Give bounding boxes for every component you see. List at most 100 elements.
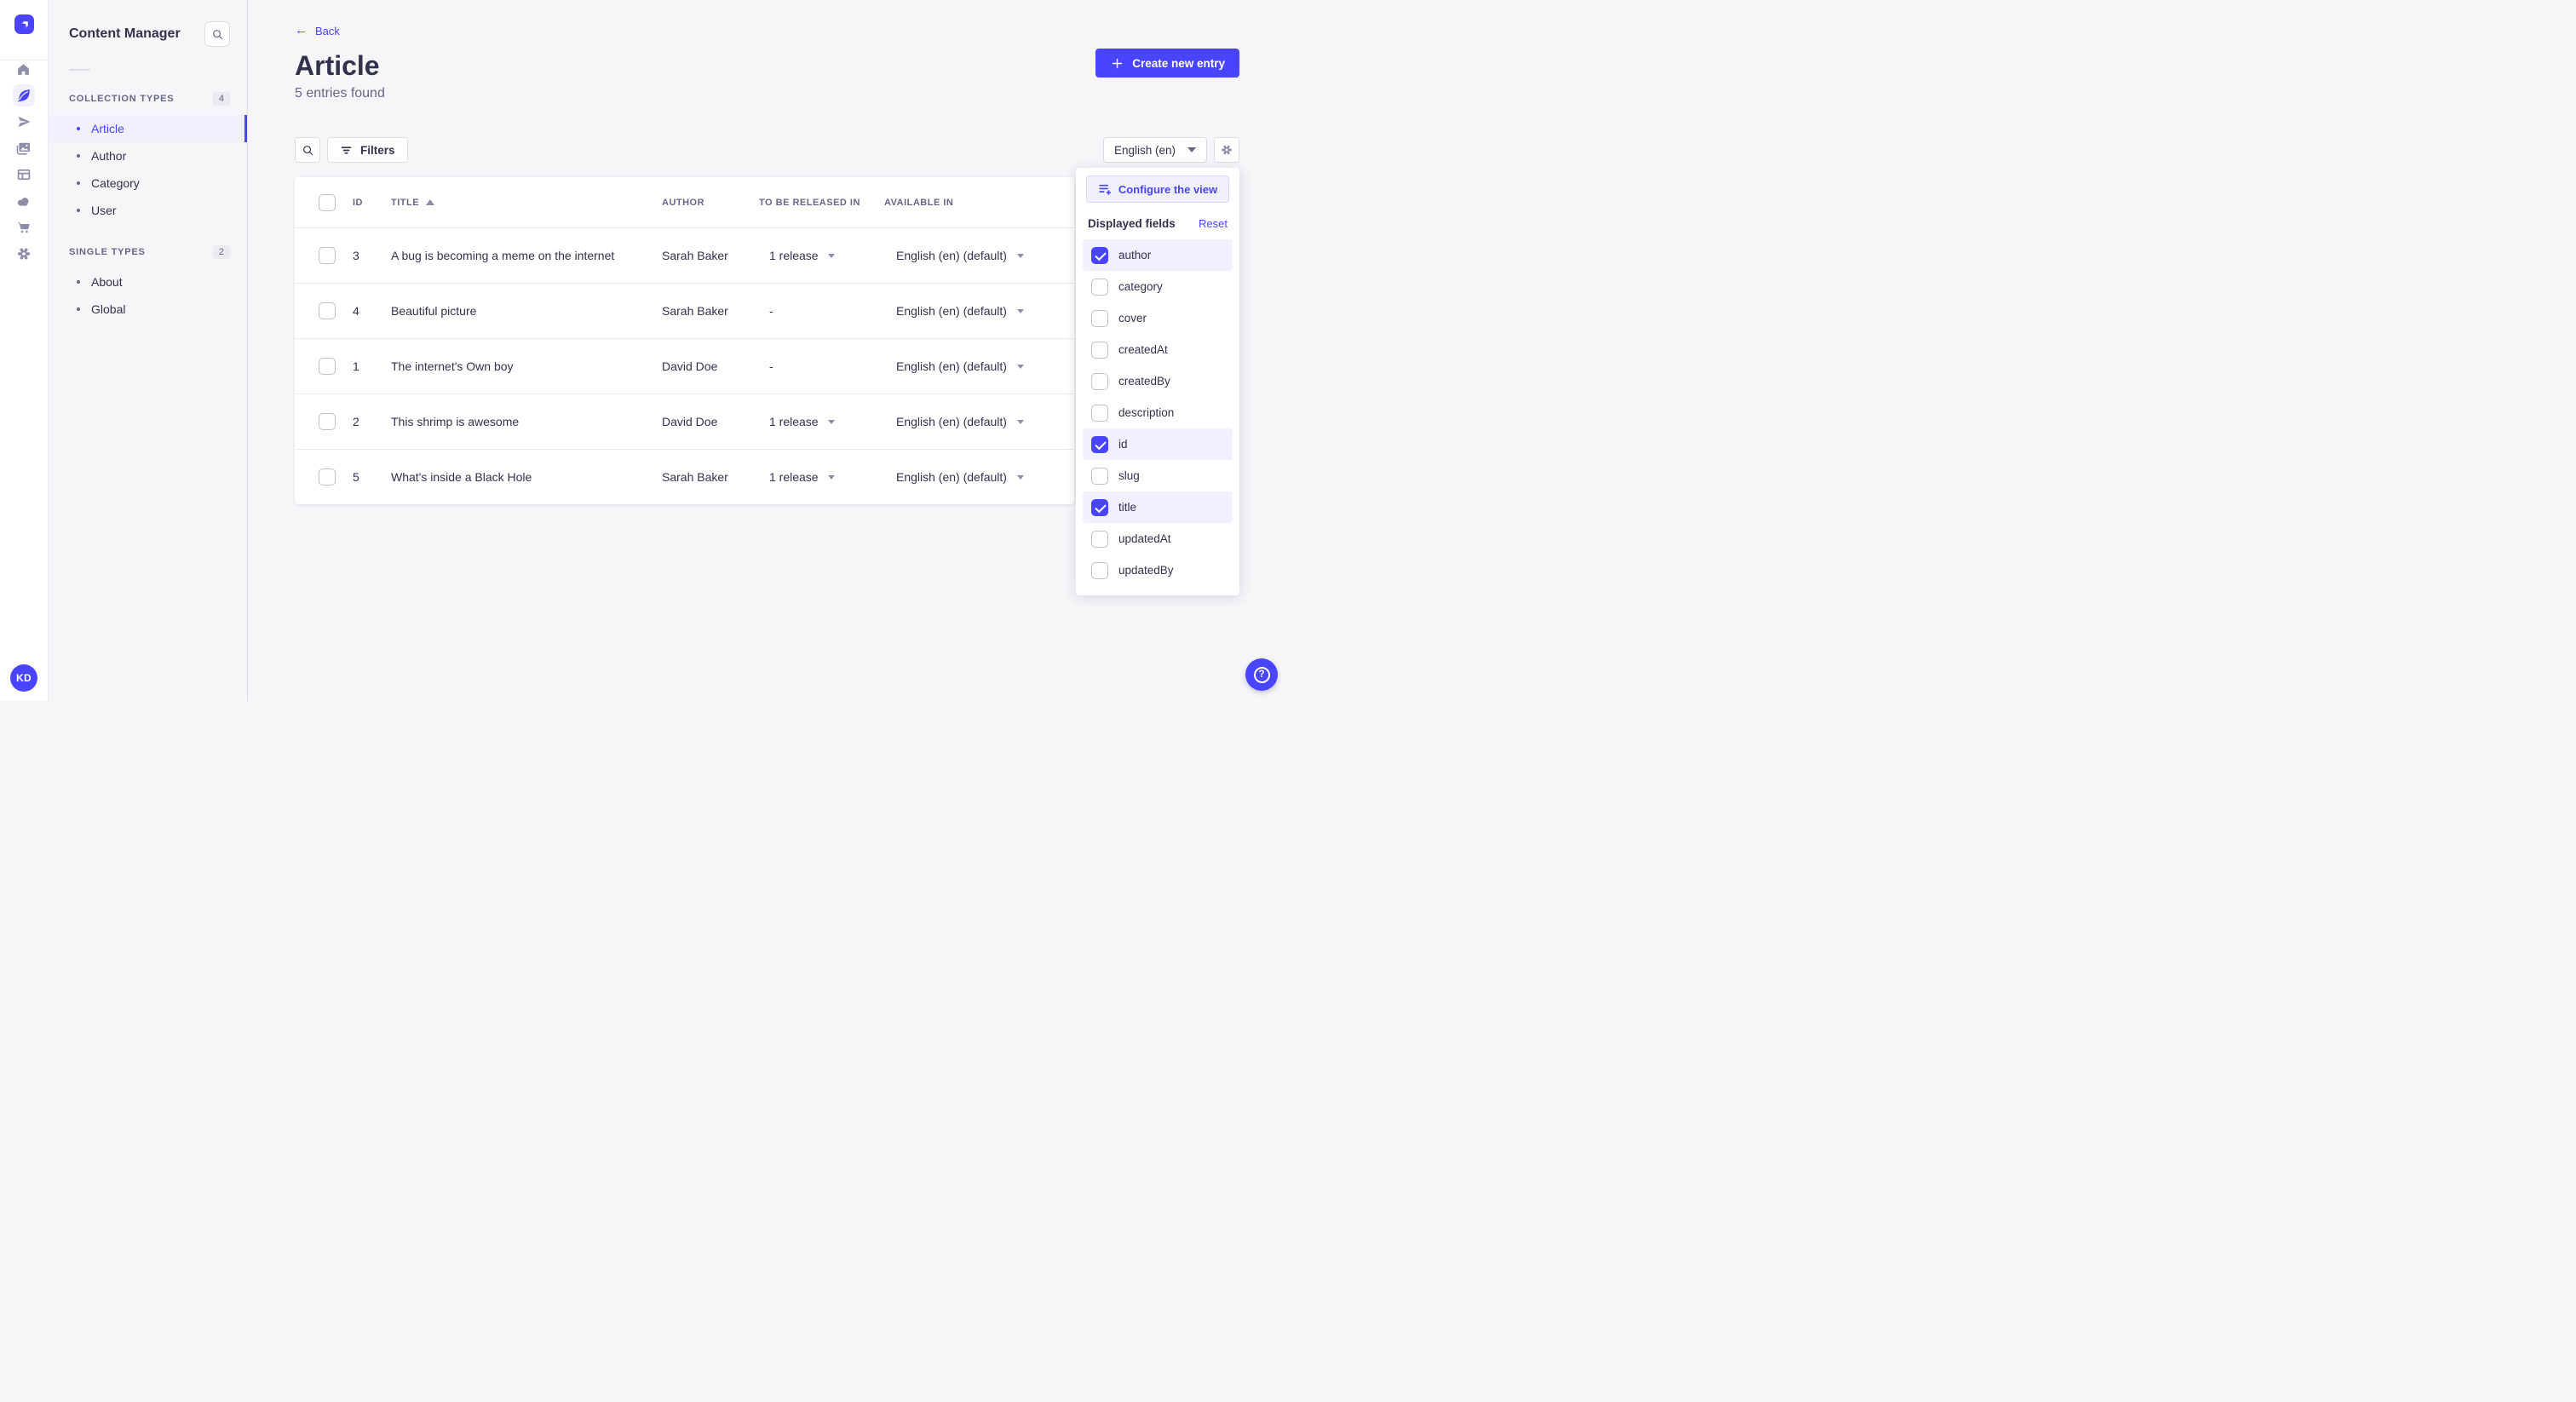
create-new-entry-button[interactable]: Create new entry bbox=[1095, 49, 1239, 78]
media-library-icon[interactable] bbox=[13, 137, 35, 159]
column-header-releases[interactable]: TO BE RELEASED IN bbox=[759, 198, 884, 208]
subnav-item-article[interactable]: Article bbox=[49, 115, 247, 142]
table-row: 1 The internet's Own boy David Doe - English… bbox=[295, 338, 1074, 394]
cell-title: What's inside a Black Hole bbox=[391, 470, 532, 484]
help-button[interactable]: ? bbox=[1245, 658, 1278, 691]
back-link[interactable]: ← Back bbox=[295, 24, 340, 37]
caret-down-icon bbox=[1016, 364, 1024, 369]
field-toggle-author[interactable]: author bbox=[1083, 239, 1233, 271]
cell-releases[interactable]: 1 release bbox=[759, 415, 884, 428]
configure-view-popover: Configure the view Displayed fields Rese… bbox=[1076, 168, 1239, 595]
page-title: Article bbox=[295, 50, 380, 81]
available-value: English (en) (default) bbox=[896, 359, 1007, 373]
checkbox[interactable] bbox=[1091, 435, 1108, 453]
cell-available[interactable]: English (en) (default) bbox=[884, 249, 1074, 262]
checkbox[interactable] bbox=[1091, 372, 1108, 390]
checkbox[interactable] bbox=[1091, 530, 1108, 548]
field-toggle-slug[interactable]: slug bbox=[1083, 460, 1233, 491]
checkbox[interactable] bbox=[1091, 498, 1108, 516]
caret-down-icon bbox=[827, 253, 835, 258]
column-header-author[interactable]: AUTHOR bbox=[662, 198, 759, 208]
checkbox[interactable] bbox=[1091, 246, 1108, 264]
locale-select[interactable]: English (en) bbox=[1102, 137, 1207, 163]
section-head: COLLECTION TYPES 4 bbox=[49, 91, 247, 106]
row-checkbox[interactable] bbox=[319, 302, 336, 319]
list-plus-icon bbox=[1098, 182, 1112, 196]
available-value: English (en) (default) bbox=[896, 304, 1007, 318]
strapi-logo-icon[interactable] bbox=[14, 14, 34, 34]
content-type-builder-icon[interactable] bbox=[13, 164, 35, 186]
chevron-down-icon bbox=[1187, 147, 1196, 152]
cell-releases[interactable]: 1 release bbox=[759, 249, 884, 262]
column-header-title[interactable]: TITLE bbox=[391, 198, 662, 208]
subnav-item-label: Category bbox=[91, 176, 140, 190]
checkbox[interactable] bbox=[1091, 278, 1108, 296]
subnav-item-about[interactable]: About bbox=[49, 268, 247, 296]
search-icon[interactable] bbox=[204, 21, 230, 47]
home-icon[interactable] bbox=[13, 58, 35, 80]
row-checkbox[interactable] bbox=[319, 358, 336, 375]
field-toggle-updatedBy[interactable]: updatedBy bbox=[1083, 554, 1233, 586]
section-count-badge: 4 bbox=[212, 92, 230, 106]
content-manager-icon[interactable] bbox=[12, 84, 35, 106]
cell-id: 2 bbox=[353, 415, 359, 428]
cell-id: 3 bbox=[353, 249, 359, 262]
cell-available[interactable]: English (en) (default) bbox=[884, 359, 1074, 373]
cell-releases: - bbox=[759, 304, 884, 318]
field-label: cover bbox=[1118, 312, 1147, 325]
user-avatar[interactable]: KD bbox=[10, 664, 37, 692]
table-row: 4 Beautiful picture Sarah Baker - English (e… bbox=[295, 283, 1074, 338]
column-header-available[interactable]: AVAILABLE IN bbox=[884, 198, 1074, 208]
row-checkbox[interactable] bbox=[319, 247, 336, 264]
cell-author: Sarah Baker bbox=[662, 470, 728, 484]
table-search-icon[interactable] bbox=[295, 137, 320, 163]
field-toggle-description[interactable]: description bbox=[1083, 397, 1233, 428]
view-settings-gear-icon[interactable] bbox=[1214, 137, 1239, 163]
subnav-item-global[interactable]: Global bbox=[49, 296, 247, 323]
section-label: COLLECTION TYPES bbox=[69, 94, 175, 104]
cell-available[interactable]: English (en) (default) bbox=[884, 304, 1074, 318]
row-checkbox[interactable] bbox=[319, 468, 336, 486]
filters-button[interactable]: Filters bbox=[327, 137, 408, 163]
field-toggle-updatedAt[interactable]: updatedAt bbox=[1083, 523, 1233, 554]
subnav-item-category[interactable]: Category bbox=[49, 170, 247, 197]
displayed-fields-heading: Displayed fields bbox=[1088, 217, 1176, 230]
subnav-item-label: Author bbox=[91, 149, 127, 163]
configure-the-view-label: Configure the view bbox=[1118, 182, 1218, 196]
reset-link[interactable]: Reset bbox=[1199, 217, 1228, 230]
field-label: slug bbox=[1118, 469, 1140, 482]
field-toggle-cover[interactable]: cover bbox=[1083, 302, 1233, 334]
caret-down-icon bbox=[1016, 474, 1024, 480]
field-toggle-title[interactable]: title bbox=[1083, 491, 1233, 523]
subnav-item-author[interactable]: Author bbox=[49, 142, 247, 170]
subnav-item-label: Global bbox=[91, 302, 126, 316]
field-toggle-category[interactable]: category bbox=[1083, 271, 1233, 302]
checkbox[interactable] bbox=[1091, 341, 1108, 359]
configure-the-view-button[interactable]: Configure the view bbox=[1086, 175, 1229, 203]
field-toggle-createdAt[interactable]: createdAt bbox=[1083, 334, 1233, 365]
bullet-icon bbox=[77, 209, 80, 212]
settings-gear-icon[interactable] bbox=[13, 243, 35, 265]
cell-author: Sarah Baker bbox=[662, 249, 728, 262]
field-toggle-id[interactable]: id bbox=[1083, 428, 1233, 460]
cell-releases[interactable]: 1 release bbox=[759, 470, 884, 484]
cell-available[interactable]: English (en) (default) bbox=[884, 415, 1074, 428]
cell-releases: - bbox=[759, 359, 884, 373]
checkbox[interactable] bbox=[1091, 309, 1108, 327]
releases-icon[interactable] bbox=[13, 111, 35, 133]
marketplace-cart-icon[interactable] bbox=[13, 216, 35, 238]
row-checkbox[interactable] bbox=[319, 413, 336, 430]
deploy-cloud-icon[interactable] bbox=[13, 190, 35, 212]
releases-value: 1 release bbox=[769, 249, 819, 262]
cell-available[interactable]: English (en) (default) bbox=[884, 470, 1074, 484]
checkbox[interactable] bbox=[1091, 561, 1108, 579]
releases-value: 1 release bbox=[769, 415, 819, 428]
column-header-id[interactable]: ID bbox=[353, 198, 391, 208]
field-toggle-createdBy[interactable]: createdBy bbox=[1083, 365, 1233, 397]
checkbox[interactable] bbox=[1091, 467, 1108, 485]
checkbox[interactable] bbox=[1091, 404, 1108, 422]
toolbar: Filters English (en) bbox=[295, 137, 1239, 163]
subnav-item-user[interactable]: User bbox=[49, 197, 247, 224]
select-all-checkbox[interactable] bbox=[319, 193, 336, 211]
filter-icon bbox=[340, 144, 353, 157]
